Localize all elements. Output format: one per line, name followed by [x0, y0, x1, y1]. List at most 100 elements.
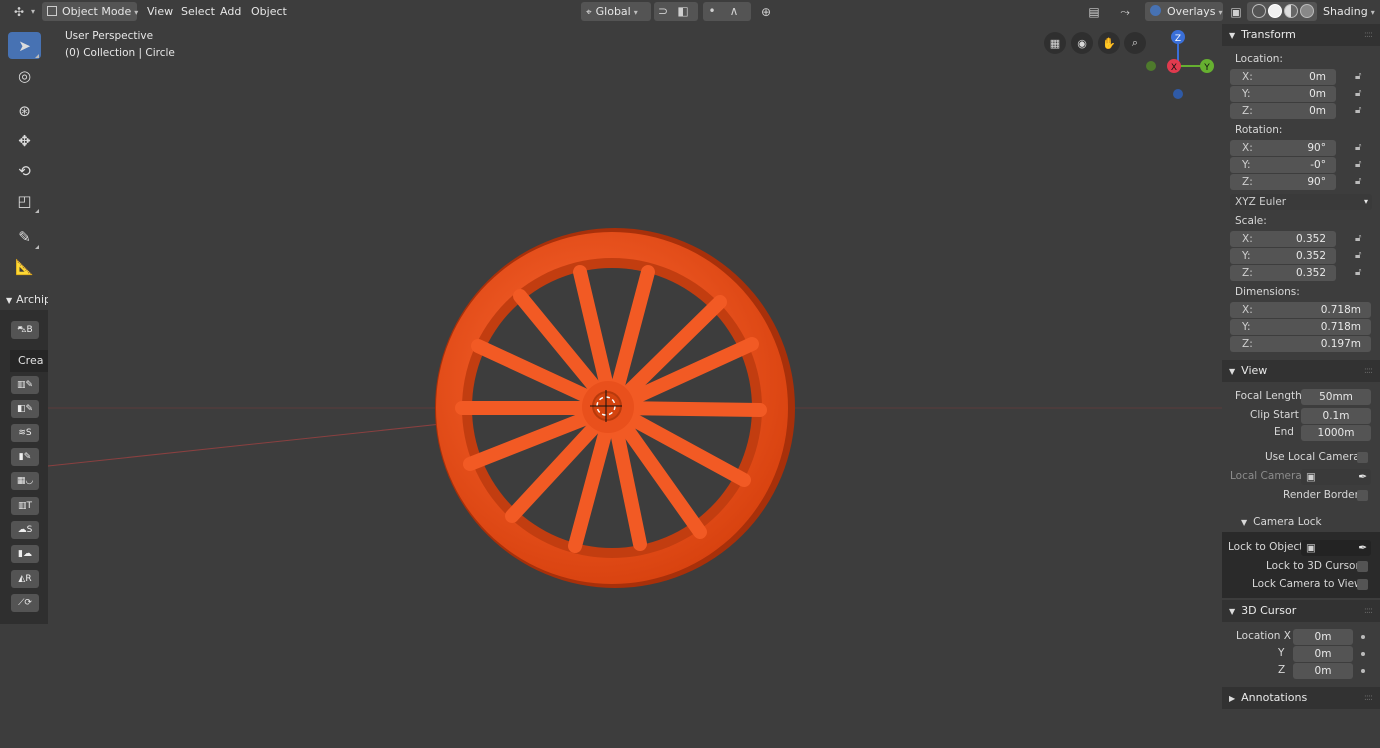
xray-icon[interactable]: ▣ — [1227, 3, 1245, 21]
scale-y-field[interactable]: Y: 0.352 — [1230, 248, 1336, 264]
pivot-icon[interactable]: ⊕ — [757, 3, 775, 21]
proportional-edit-icon[interactable]: • — [703, 2, 721, 20]
menu-view[interactable]: View — [142, 2, 178, 21]
rotation-y-field[interactable]: Y: -0° — [1230, 157, 1336, 173]
navigation-gizmo[interactable]: Z Y X — [1140, 26, 1220, 106]
archipack-door-button[interactable]: ▮✎ — [11, 448, 39, 466]
archipack-kitchen-button[interactable]: ⟋⟳ — [11, 594, 39, 612]
mode-select[interactable]: Object Mode ▾ — [42, 2, 138, 21]
magnet-icon[interactable]: ⊃ — [654, 2, 672, 20]
button-label: S — [26, 525, 33, 535]
render-border-checkbox[interactable] — [1357, 490, 1368, 501]
gizmo-neg-y[interactable] — [1146, 61, 1156, 71]
wireframe-shading-icon[interactable] — [1252, 4, 1266, 18]
archipack-window-button[interactable]: ◧✎ — [11, 400, 39, 418]
cursor-z-field[interactable]: 0m — [1293, 663, 1353, 679]
lock-icon[interactable]: 🔓︎ — [1355, 159, 1365, 170]
keyframe-dot-icon[interactable] — [1361, 669, 1365, 673]
archipack-stairs-button[interactable]: ≋ S — [11, 424, 39, 442]
visibility-icon[interactable]: ▤ — [1085, 3, 1103, 21]
object-mode-icon — [47, 6, 57, 16]
archipack-slab-button[interactable]: ☁ S — [11, 521, 39, 539]
archipack-roof-button[interactable]: ◭ R — [11, 570, 39, 588]
lock-icon[interactable]: 🔓︎ — [1355, 176, 1365, 187]
lock-icon[interactable]: 🔓︎ — [1355, 142, 1365, 153]
scale-tool[interactable]: ◰ — [8, 187, 41, 214]
select-box-tool[interactable]: ➤ — [8, 32, 41, 59]
dimensions-x-field[interactable]: X: 0.718m — [1230, 302, 1371, 318]
transform-tool[interactable]: ⊛ — [8, 97, 41, 124]
location-z-field[interactable]: Z: 0m — [1230, 103, 1336, 119]
rendered-shading-icon[interactable] — [1300, 4, 1314, 18]
shading-menu[interactable]: Shading ▾ — [1318, 2, 1380, 21]
eyedropper-icon[interactable]: ✒ — [1358, 540, 1367, 556]
local-camera-label: Local Camera — [1230, 470, 1302, 482]
snap-target-icon[interactable]: ◧ — [674, 2, 692, 20]
archipack-floor-button[interactable]: ▮☁ — [11, 545, 39, 563]
lock-icon[interactable]: 🔓︎ — [1355, 71, 1365, 82]
move-tool[interactable]: ✥ — [8, 127, 41, 154]
drag-grip-icon[interactable]: :::: — [1364, 24, 1373, 46]
overlays-button[interactable]: Overlays ▾ — [1145, 2, 1223, 21]
annotations-header[interactable]: ▶ Annotations:::: — [1222, 687, 1380, 709]
solid-shading-icon[interactable] — [1268, 4, 1282, 18]
archipack-fence-button[interactable]: ▦◡ — [11, 472, 39, 490]
focal-length-field[interactable]: 50mm — [1301, 389, 1371, 405]
location-x-field[interactable]: X: 0m — [1230, 69, 1336, 85]
camera-lock-subheader[interactable]: ▼ Camera Lock — [1241, 516, 1322, 528]
cursor-x-field[interactable]: 0m — [1293, 629, 1353, 645]
dimensions-z-field[interactable]: Z: 0.197m — [1230, 336, 1371, 352]
3d-viewport[interactable]: User Perspective (0) Collection | Circle… — [0, 24, 1222, 748]
cursor-y-field[interactable]: 0m — [1293, 646, 1353, 662]
editor-type-icon[interactable]: ✣ — [10, 3, 28, 21]
scale-z-field[interactable]: Z: 0.352 — [1230, 265, 1336, 281]
lock-icon[interactable]: 🔓︎ — [1355, 250, 1365, 261]
gizmo-neg-z[interactable] — [1173, 89, 1183, 99]
lock-icon[interactable]: 🔓︎ — [1355, 267, 1365, 278]
field-key: Z: — [1242, 105, 1253, 117]
location-y-field[interactable]: Y: 0m — [1230, 86, 1336, 102]
camera-view-icon[interactable]: ◉ — [1071, 32, 1093, 54]
material-shading-icon[interactable] — [1284, 4, 1298, 18]
lock-to-object-field[interactable]: ▣ ✒ — [1301, 540, 1371, 556]
view-header[interactable]: ▼ View:::: — [1222, 360, 1380, 382]
orientation-select[interactable]: ⌖ Global ▾ — [581, 2, 651, 21]
drag-grip-icon[interactable]: :::: — [1364, 687, 1373, 709]
drag-grip-icon[interactable]: :::: — [1364, 600, 1373, 622]
lock-to-cursor-checkbox[interactable] — [1357, 561, 1368, 572]
lock-icon[interactable]: 🔓︎ — [1355, 105, 1365, 116]
drag-grip-icon[interactable]: :::: — [1364, 360, 1373, 382]
lock-icon[interactable]: 🔓︎ — [1355, 233, 1365, 244]
use-local-camera-checkbox[interactable] — [1357, 452, 1368, 463]
rotation-mode-select[interactable]: XYZ Euler ▾ — [1230, 194, 1372, 210]
cursor-tool[interactable]: ◎ — [8, 62, 41, 89]
rotate-tool[interactable]: ⟲ — [8, 157, 41, 184]
archipack-truss-button[interactable]: ▥ T — [11, 497, 39, 515]
clip-start-field[interactable]: 0.1m — [1301, 408, 1371, 424]
keyframe-dot-icon[interactable] — [1361, 635, 1365, 639]
falloff-icon[interactable]: ∧ — [725, 2, 743, 20]
keyframe-dot-icon[interactable] — [1361, 652, 1365, 656]
scale-x-field[interactable]: X: 0.352 — [1230, 231, 1336, 247]
measure-tool[interactable]: 📐 — [8, 253, 41, 280]
menu-select[interactable]: Select — [176, 2, 220, 21]
rotation-x-field[interactable]: X: 90° — [1230, 140, 1336, 156]
annotate-tool[interactable]: ✎ — [8, 223, 41, 250]
viewport-header: ✣ ▾ Object Mode ▾ View Select Add Object … — [0, 0, 1380, 24]
rotation-z-field[interactable]: Z: 90° — [1230, 174, 1336, 190]
lock-icon[interactable]: 🔓︎ — [1355, 88, 1365, 99]
archipack-wall-button[interactable]: ▥✎ — [11, 376, 39, 394]
archipack-header[interactable]: ▼ Archip — [0, 290, 48, 310]
menu-add[interactable]: Add — [215, 2, 246, 21]
cursor-header[interactable]: ▼ 3D Cursor:::: — [1222, 600, 1380, 622]
lock-camera-to-view-checkbox[interactable] — [1357, 579, 1368, 590]
pan-hand-icon[interactable]: ✋ — [1098, 32, 1120, 54]
menu-object[interactable]: Object — [246, 2, 292, 21]
transform-header[interactable]: ▼ Transform:::: — [1222, 24, 1380, 46]
gizmo-toggle-icon[interactable]: ⤳ — [1116, 3, 1134, 21]
ortho-toggle-icon[interactable]: ▦ — [1044, 32, 1066, 54]
clip-end-field[interactable]: 1000m — [1301, 425, 1371, 441]
archipack-button-1[interactable]: ⛍ B — [11, 321, 39, 339]
field-key: Y: — [1242, 321, 1251, 333]
dimensions-y-field[interactable]: Y: 0.718m — [1230, 319, 1371, 335]
